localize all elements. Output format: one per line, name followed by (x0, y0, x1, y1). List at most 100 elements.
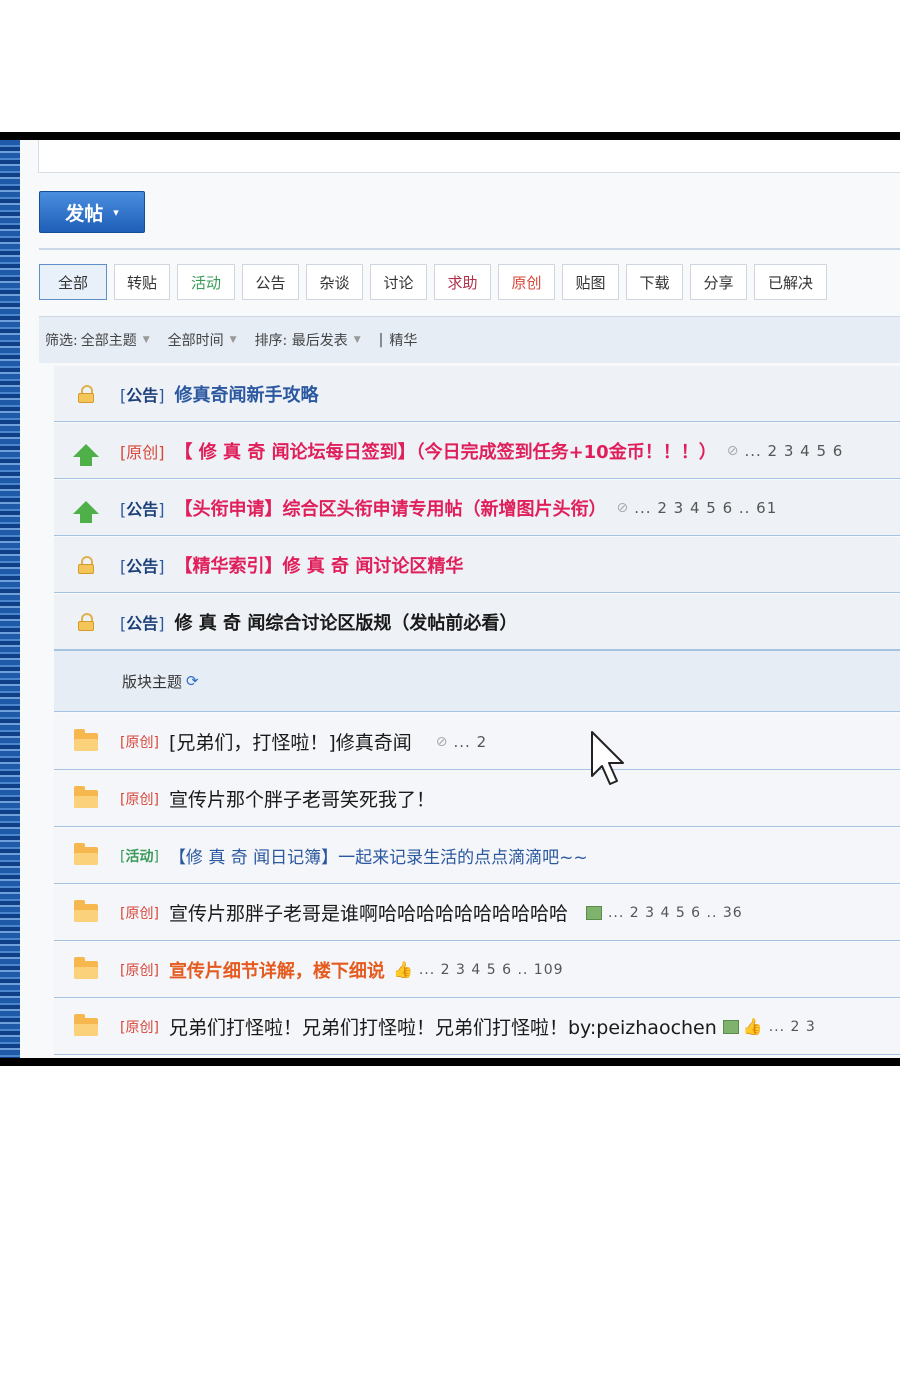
tab-discussion[interactable]: 讨论 (370, 264, 427, 300)
new-post-label: 发帖 (65, 202, 104, 225)
thread-pages[interactable]: ... 2 3 4 5 6 .. 109 (419, 962, 564, 978)
chevron-down-icon: ▼ (229, 335, 237, 345)
filter-time-dropdown[interactable]: 全部时间 (168, 330, 224, 350)
thread-category[interactable]: [原创] (120, 789, 159, 809)
tab-label: 已解决 (767, 273, 813, 292)
tab-label: 下载 (639, 273, 670, 292)
tab-label: 活动 (190, 273, 221, 292)
folder-icon (72, 785, 100, 810)
thread-row[interactable]: [原创] 兄弟们打怪啦！兄弟们打怪啦！兄弟们打怪啦！by:peizhaochen… (54, 999, 900, 1055)
thread-category[interactable]: [公告] (120, 610, 165, 634)
image-icon (722, 1019, 739, 1034)
chevron-down-icon: ▾ (113, 205, 119, 219)
sticky-thread-row[interactable]: [公告] 【头衔申请】综合区头衔申请专用帖（新增图片头衔） ⊘ ... 2 3 … (54, 480, 900, 536)
thread-title[interactable]: 宣传片那胖子老哥是谁啊哈哈哈哈哈哈哈哈哈哈 (169, 899, 568, 926)
up-arrow-icon (72, 440, 100, 466)
new-post-button[interactable]: 发帖 ▾ (39, 191, 145, 233)
mouse-cursor-icon (591, 731, 624, 785)
sticky-thread-row[interactable]: [公告] 修 真 奇 闻综合讨论区版规（发帖前必看） (54, 594, 900, 650)
tab-pictures[interactable]: 贴图 (562, 264, 619, 300)
thread-pages[interactable]: ... 2 (454, 733, 488, 751)
sticky-thread-row[interactable]: [公告] 修真奇闻新手攻略 (54, 366, 900, 422)
image-icon (585, 905, 602, 920)
sort-dropdown[interactable]: 排序: 最后发表 (255, 330, 348, 350)
tab-download[interactable]: 下载 (626, 264, 683, 300)
thread-title[interactable]: [兄弟们，打怪啦！]修真奇闻 (169, 728, 412, 755)
thread-title[interactable]: 【修 真 奇 闻日记簿】一起来记录生活的点点滴滴吧~~ (169, 843, 588, 868)
thread-title[interactable]: 【头衔申请】综合区头衔申请专用帖（新增图片头衔） (175, 495, 607, 521)
digest-filter-link[interactable]: 精华 (389, 330, 417, 350)
thread-pages[interactable]: ... 2 3 4 5 6 .. 36 (608, 905, 743, 921)
section-header: 版块主题 ⟳ (54, 650, 900, 712)
thumbs-up-icon: 👍 (392, 960, 413, 979)
thread-pages[interactable]: ... 2 3 4 5 6 .. 61 (634, 499, 777, 517)
tab-label: 原创 (511, 273, 542, 292)
thread-category[interactable]: [原创] (120, 732, 159, 752)
section-title: 版块主题 (122, 672, 183, 691)
thread-pages[interactable]: ... 2 3 4 5 6 (744, 442, 843, 460)
sticky-thread-row[interactable]: [公告] 【精华索引】修 真 奇 闻讨论区精华 (54, 537, 900, 593)
folder-icon (72, 728, 100, 753)
tab-all[interactable]: 全部 (39, 264, 107, 300)
filter-bar: 筛选: 全部主题 ▼ 全部时间 ▼ 排序: 最后发表 ▼ | 精华 (39, 316, 900, 363)
thread-row[interactable]: [原创] 宣传片细节详解，楼下细说 👍 ... 2 3 4 5 6 .. 109 (54, 942, 900, 998)
thread-category[interactable]: [原创] (120, 439, 165, 463)
forum-content: 发帖 ▾ 全部 转贴 活动 公告 杂谈 讨论 求助 原创 贴图 下载 分享 已解… (20, 140, 900, 1058)
folder-icon (72, 899, 100, 924)
thread-title[interactable]: 修 真 奇 闻综合讨论区版规（发帖前必看） (175, 609, 518, 635)
thread-category[interactable]: [活动] (120, 846, 159, 866)
left-edge-bar (0, 140, 20, 1058)
thread-row[interactable]: [活动] 【修 真 奇 闻日记簿】一起来记录生活的点点滴滴吧~~ (54, 828, 900, 884)
tab-label: 贴图 (575, 273, 606, 292)
top-panel (38, 140, 900, 173)
thread-pages[interactable]: ... 2 3 (769, 1019, 816, 1035)
tab-label: 转贴 (126, 273, 157, 292)
folder-icon (72, 956, 100, 981)
thread-row[interactable]: [原创] 宣传片那个胖子老哥笑死我了！ (54, 771, 900, 827)
attachment-icon: ⊘ (435, 733, 448, 750)
thread-category[interactable]: [公告] (120, 382, 165, 406)
refresh-icon[interactable]: ⟳ (186, 672, 199, 690)
tab-chat[interactable]: 杂谈 (306, 264, 363, 300)
thread-title[interactable]: 兄弟们打怪啦！兄弟们打怪啦！兄弟们打怪啦！by:peizhaochen (169, 1013, 717, 1040)
thread-row[interactable]: [原创] [兄弟们，打怪啦！]修真奇闻 ⊘ ... 2 (54, 714, 900, 770)
tab-activity[interactable]: 活动 (177, 264, 235, 300)
tab-announcement[interactable]: 公告 (242, 264, 299, 300)
thumbs-up-icon: 👍 (742, 1017, 763, 1036)
folder-icon (72, 1013, 100, 1038)
tab-repost[interactable]: 转贴 (114, 264, 170, 300)
thread-title[interactable]: 修真奇闻新手攻略 (175, 381, 319, 407)
tab-label: 杂谈 (319, 273, 350, 292)
thread-category[interactable]: [原创] (120, 1017, 159, 1037)
forum-page: 发帖 ▾ 全部 转贴 活动 公告 杂谈 讨论 求助 原创 贴图 下载 分享 已解… (0, 140, 900, 1058)
thread-title[interactable]: 【精华索引】修 真 奇 闻讨论区精华 (175, 552, 464, 578)
tab-solved[interactable]: 已解决 (754, 264, 827, 300)
tab-label: 公告 (255, 273, 286, 292)
chevron-down-icon: ▼ (353, 335, 361, 345)
divider (39, 248, 900, 250)
folder-icon (72, 842, 100, 867)
sticky-thread-row[interactable]: [原创] 【 修 真 奇 闻论坛每日签到】（今日完成签到任务+10金币！！！） … (54, 423, 900, 479)
thread-category[interactable]: [原创] (120, 960, 159, 980)
tab-label: 分享 (703, 273, 734, 292)
lock-icon (72, 383, 100, 405)
tab-label: 求助 (447, 273, 478, 292)
category-tabs: 全部 转贴 活动 公告 杂谈 讨论 求助 原创 贴图 下载 分享 已解决 (39, 264, 834, 300)
monitor-frame: 发帖 ▾ 全部 转贴 活动 公告 杂谈 讨论 求助 原创 贴图 下载 分享 已解… (0, 132, 900, 1066)
thread-title[interactable]: 宣传片那个胖子老哥笑死我了！ (169, 785, 435, 812)
thread-row[interactable]: [原创] 宣传片那胖子老哥是谁啊哈哈哈哈哈哈哈哈哈哈 ... 2 3 4 5 6… (54, 885, 900, 941)
filter-topic-dropdown[interactable]: 全部主题 (81, 330, 137, 350)
tab-help[interactable]: 求助 (434, 264, 491, 300)
thread-category[interactable]: [公告] (120, 496, 165, 520)
thread-category[interactable]: [公告] (120, 553, 165, 577)
up-arrow-icon (72, 497, 100, 523)
tab-original[interactable]: 原创 (498, 264, 555, 300)
attachment-icon: ⊘ (726, 442, 739, 459)
thread-title[interactable]: 宣传片细节详解，楼下细说 (169, 957, 385, 983)
tab-label: 全部 (57, 273, 88, 292)
thread-title[interactable]: 【 修 真 奇 闻论坛每日签到】（今日完成签到任务+10金币！！！） (175, 438, 717, 464)
thread-category[interactable]: [原创] (120, 903, 159, 923)
lock-icon (72, 611, 100, 633)
attachment-icon: ⊘ (616, 499, 629, 516)
tab-share[interactable]: 分享 (690, 264, 747, 300)
